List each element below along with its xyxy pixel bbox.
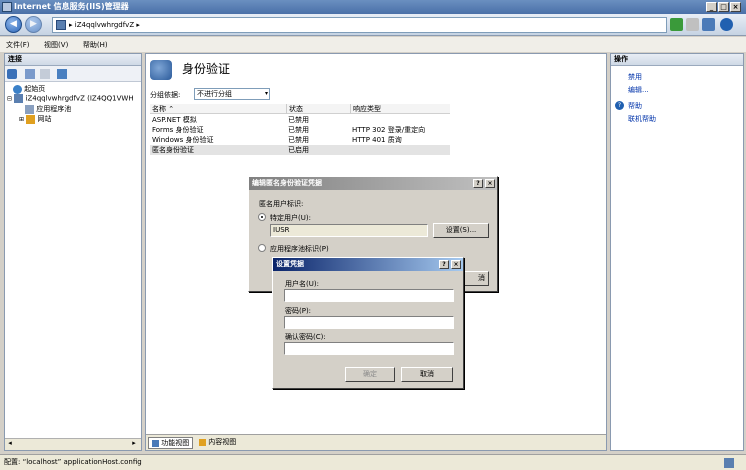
scroll-left-icon[interactable]: ◂ — [5, 439, 15, 450]
help-icon: ? — [615, 101, 624, 110]
network-icon — [724, 458, 734, 468]
connections-title: 连接 — [5, 54, 141, 66]
confirm-password-label: 确认密码(C): — [285, 333, 326, 341]
view-tabs: 功能视图 内容视图 — [146, 434, 606, 450]
window-title-bar: Internet 信息服务(IIS)管理器 _ □ × — [0, 0, 746, 14]
table-row[interactable]: ASP.NET 模拟 已禁用 — [150, 115, 450, 125]
tree-item-sites[interactable]: ⊞ 网站 — [19, 114, 52, 124]
content-view-icon — [199, 438, 206, 446]
help-icon[interactable] — [720, 18, 733, 31]
menu-view[interactable]: 视图(V) — [38, 38, 74, 53]
menu-help[interactable]: 帮助(H) — [77, 38, 114, 53]
table-header: 名称 ⌃ 状态 响应类型 — [150, 104, 450, 114]
chevron-down-icon: ▾ — [264, 90, 268, 97]
connections-toolbar — [5, 66, 141, 82]
maximize-button[interactable]: □ — [718, 2, 729, 12]
action-edit[interactable]: 编辑... — [628, 85, 649, 95]
specific-user-radio[interactable] — [258, 213, 266, 221]
actions-title: 操作 — [611, 54, 743, 66]
column-status[interactable]: 状态 — [286, 104, 303, 114]
address-sep-2: ▸ — [136, 21, 140, 29]
app-pool-icon — [25, 104, 34, 114]
confirm-password-field[interactable] — [284, 342, 454, 355]
action-disable[interactable]: 禁用 — [628, 72, 642, 82]
username-label: 用户名(U): — [285, 280, 319, 288]
connect-icon[interactable] — [7, 69, 17, 79]
expand-icon[interactable]: ⊞ — [19, 116, 24, 123]
scroll-right-icon[interactable]: ▸ — [129, 439, 139, 450]
collapse-icon[interactable]: ⊟ — [7, 96, 12, 103]
action-online-help[interactable]: 联机帮助 — [628, 114, 656, 124]
menu-file[interactable]: 文件(F) — [0, 38, 36, 53]
column-type[interactable]: 响应类型 — [350, 104, 381, 114]
dialog-title: 设置凭据 — [276, 260, 304, 268]
up-icon[interactable] — [40, 69, 50, 79]
tree-item-start-page[interactable]: 起始页 — [13, 84, 45, 94]
table-row[interactable]: Forms 身份验证 已禁用 HTTP 302 登录/重定向 — [150, 125, 450, 135]
menu-bar: 文件(F) 视图(V) 帮助(H) — [0, 37, 746, 52]
server-icon — [56, 20, 66, 30]
group-by-select[interactable]: 不进行分组 ▾ — [194, 88, 270, 100]
address-sep-1: ▸ — [69, 21, 73, 29]
forward-icon[interactable]: ▶ — [25, 16, 42, 33]
close-button[interactable]: × — [730, 2, 741, 12]
tab-content-view[interactable]: 内容视图 — [196, 437, 239, 449]
iis-app-icon — [2, 2, 12, 12]
sites-folder-icon — [26, 114, 36, 124]
status-bar: 配置: “localhost” applicationHost.config — [0, 454, 746, 470]
tab-features-view[interactable]: 功能视图 — [148, 437, 194, 449]
pool-identity-label: 应用程序池标识(P) — [270, 245, 329, 253]
authentication-icon — [150, 60, 172, 80]
dialog-close-button[interactable]: × — [485, 179, 495, 188]
dialog-title-bar: 设置凭据 ? × — [273, 258, 463, 271]
dialog-title-bar: 编辑匿名身份验证凭据 ? × — [249, 177, 497, 190]
start-page-icon — [13, 84, 22, 94]
identity-label: 匿名用户标识: — [259, 200, 304, 208]
status-text: 配置: “localhost” applicationHost.config — [4, 458, 142, 466]
save-icon[interactable] — [25, 69, 35, 79]
window-title: Internet 信息服务(IIS)管理器 — [14, 2, 129, 11]
tree-item-server[interactable]: ⊟ iZ4qqlvwhrgdfvZ (IZ4QQ1VWH — [7, 94, 134, 103]
address-path: iZ4qqlvwhrgdfvZ — [74, 21, 135, 29]
username-field[interactable] — [284, 289, 454, 302]
ok-button[interactable]: 确定 — [345, 367, 395, 382]
table-row[interactable]: Windows 身份验证 已禁用 HTTP 401 质询 — [150, 135, 450, 145]
address-toolbar: ◀ ▶ ▸ iZ4qqlvwhrgdfvZ ▸ — [0, 14, 746, 36]
cancel-button[interactable]: 取消 — [401, 367, 453, 382]
set-credentials-dialog: 设置凭据 ? × 用户名(U): 密码(P): 确认密码(C): 确定 取消 — [272, 257, 464, 389]
connections-pane: 连接 起始页 ⊟ iZ4qqlvwhrgdfvZ (IZ4QQ1VWH 应用程序… — [4, 53, 142, 451]
server-icon — [14, 94, 24, 103]
tree-item-app-pools[interactable]: 应用程序池 — [25, 104, 71, 114]
minimize-button[interactable]: _ — [706, 2, 717, 12]
table-row-selected[interactable]: 匿名身份验证 已启用 — [150, 145, 450, 155]
features-view-icon — [152, 439, 159, 447]
group-by-label: 分组依据: — [150, 91, 181, 99]
actions-pane: 操作 禁用 编辑... ? 帮助 联机帮助 — [610, 53, 744, 451]
back-icon[interactable]: ◀ — [5, 16, 22, 33]
dialog-close-button[interactable]: × — [451, 260, 461, 269]
home-icon[interactable] — [702, 18, 715, 31]
refresh-icon[interactable] — [670, 18, 683, 31]
action-help[interactable]: 帮助 — [628, 101, 642, 111]
address-bar[interactable]: ▸ iZ4qqlvwhrgdfvZ ▸ — [52, 17, 667, 33]
stop-icon[interactable] — [686, 18, 699, 31]
set-credentials-button[interactable]: 设置(S)... — [433, 223, 489, 238]
specific-user-label: 特定用户(U): — [270, 214, 311, 222]
horizontal-scrollbar[interactable]: ◂ ▸ — [5, 438, 141, 450]
password-field[interactable] — [284, 316, 454, 329]
page-title: 身份验证 — [182, 62, 231, 76]
password-label: 密码(P): — [285, 307, 312, 315]
user-name-field[interactable]: IUSR — [270, 224, 428, 237]
dialog-help-button[interactable]: ? — [473, 179, 483, 188]
pool-identity-radio[interactable] — [258, 244, 266, 252]
dialog-help-button[interactable]: ? — [439, 260, 449, 269]
dialog-title: 编辑匿名身份验证凭据 — [252, 179, 322, 187]
column-name[interactable]: 名称 ⌃ — [152, 104, 174, 114]
connection-icon[interactable] — [57, 69, 67, 79]
